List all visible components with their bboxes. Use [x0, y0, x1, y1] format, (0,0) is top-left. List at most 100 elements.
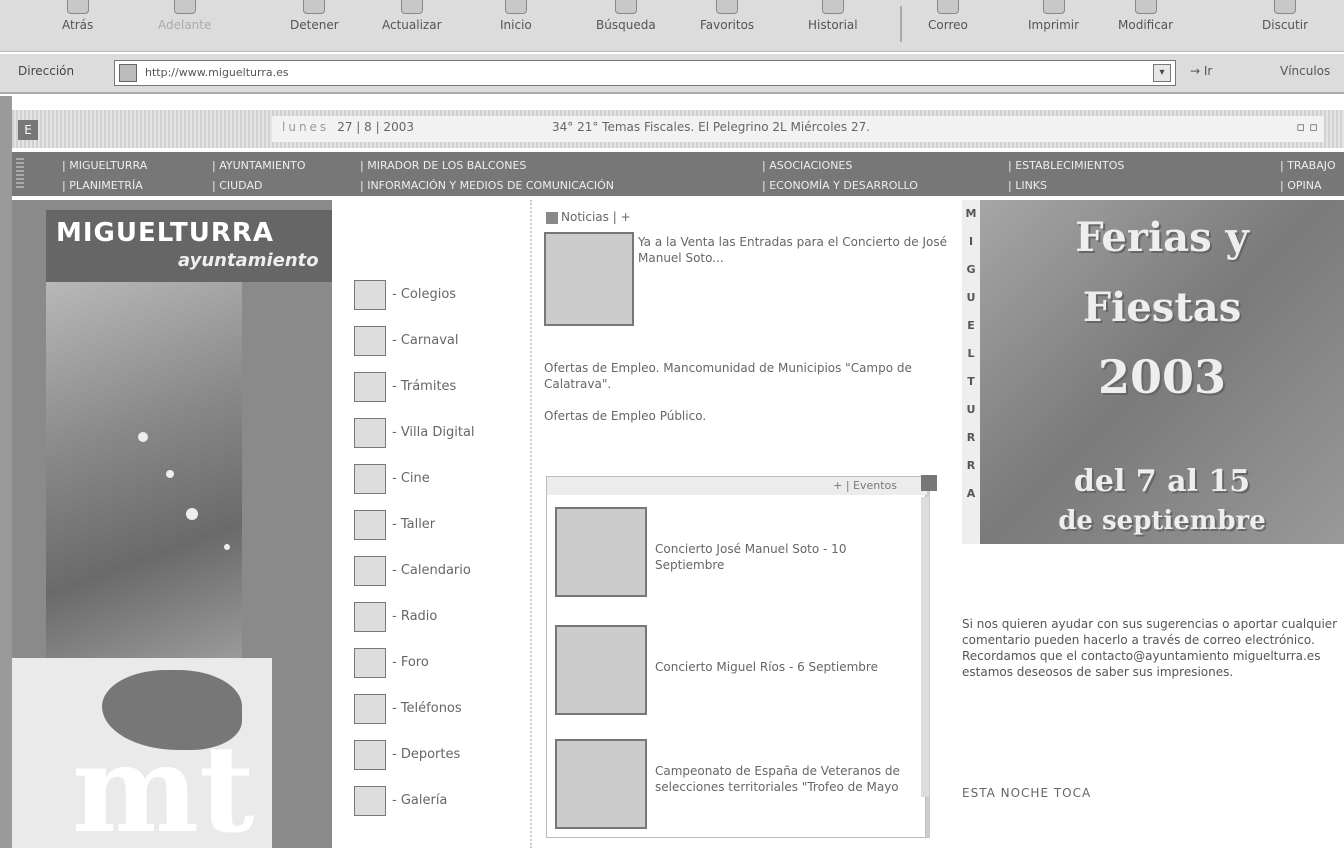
site-logo[interactable]: MIGUELTURRA ayuntamiento	[46, 210, 332, 282]
links-button[interactable]: Vínculos	[1280, 64, 1330, 78]
news-item[interactable]: Ya a la Venta las Entradas para el Conci…	[638, 234, 948, 266]
nav-link[interactable]: | TRABAJO	[1280, 159, 1336, 172]
events-title[interactable]: + | Eventos	[833, 479, 897, 492]
history-button[interactable]: Historial	[808, 0, 858, 48]
event-item[interactable]: Concierto José Manuel Soto - 10 Septiemb…	[655, 541, 905, 573]
home-button[interactable]: Inicio	[500, 0, 532, 48]
gallery-icon	[354, 786, 386, 816]
weather-text: 34° 21° Temas Fiscales. El Pelegrino 2L …	[552, 120, 871, 134]
decor-dot	[166, 470, 174, 478]
toolbar-separator	[900, 6, 902, 42]
news-header[interactable]: Noticias | +	[546, 210, 631, 224]
browser-window: Atrás Adelante Detener Actualizar Inicio…	[0, 0, 1344, 848]
address-label: Dirección	[18, 64, 75, 78]
left-column: MIGUELTURRA ayuntamiento mt	[12, 200, 332, 848]
favorites-button[interactable]: Favoritos	[700, 0, 754, 48]
menu-item-deportes[interactable]: - Deportes	[354, 738, 524, 774]
menu-item-colegios[interactable]: - Colegios	[354, 278, 524, 314]
film-icon	[354, 464, 386, 494]
edit-button[interactable]: Modificar	[1118, 0, 1173, 48]
decor-dot	[224, 544, 230, 550]
phone-icon	[354, 694, 386, 724]
banner-year: 2003	[1097, 350, 1227, 404]
event-thumbnail[interactable]	[555, 739, 647, 829]
menu-item-taller[interactable]: - Taller	[354, 508, 524, 544]
page-icon	[119, 64, 137, 82]
event-item[interactable]: Campeonato de España de Veteranos de sel…	[655, 763, 905, 795]
menu-item-cine[interactable]: - Cine	[354, 462, 524, 498]
forward-button[interactable]: Adelante	[158, 0, 211, 48]
nav-link[interactable]: | AYUNTAMIENTO	[212, 159, 306, 172]
banner-line: Ferias y	[1075, 214, 1249, 261]
events-panel: + | Eventos Concierto José Manuel Soto -…	[546, 475, 937, 838]
events-header: + | Eventos	[547, 475, 937, 495]
nav-link[interactable]: | LINKS	[1008, 179, 1047, 192]
main-navigation: | MIGUELTURRA | AYUNTAMIENTO | MIRADOR D…	[12, 152, 1344, 196]
discuss-button[interactable]: Discutir	[1262, 0, 1308, 48]
contact-text: Si nos quieren ayudar con sus sugerencia…	[962, 617, 1338, 679]
events-scrollbar[interactable]	[921, 497, 929, 797]
back-button[interactable]: Atrás	[62, 0, 93, 48]
nav-link[interactable]: | PLANIMETRÍA	[62, 179, 143, 192]
go-arrow-icon: →	[1190, 64, 1204, 78]
print-button[interactable]: Imprimir	[1028, 0, 1079, 48]
home-square-icon[interactable]: E	[18, 120, 38, 140]
nav-link[interactable]: | MIGUELTURRA	[62, 159, 147, 172]
sports-icon	[354, 740, 386, 770]
event-thumbnail[interactable]	[555, 507, 647, 597]
event-item[interactable]: Concierto Miguel Ríos - 6 Septiembre	[655, 659, 905, 675]
fiestas-banner[interactable]: M I G U E L T U R R A Ferias y Fiestas 2…	[962, 200, 1344, 544]
nav-link[interactable]: | MIRADOR DE LOS BALCONES	[360, 159, 526, 172]
workshop-icon	[354, 510, 386, 540]
menu-item-galeria[interactable]: - Galería	[354, 784, 524, 820]
menu-item-foro[interactable]: - Foro	[354, 646, 524, 682]
mail-button[interactable]: Correo	[928, 0, 968, 48]
menu-item-telefonos[interactable]: - Teléfonos	[354, 692, 524, 728]
dropdown-arrow-icon[interactable]: ▾	[1153, 64, 1171, 82]
star-icon	[716, 0, 739, 14]
go-button[interactable]: → Ir	[1190, 64, 1212, 78]
stop-button[interactable]: Detener	[290, 0, 339, 48]
mail-icon	[936, 0, 959, 14]
menu-item-calendario[interactable]: - Calendario	[354, 554, 524, 590]
print-share-icon[interactable]: ▫ ▫	[1296, 120, 1318, 135]
news-thumbnail[interactable]	[544, 232, 634, 326]
nav-link[interactable]: | ESTABLECIMIENTOS	[1008, 159, 1124, 172]
carnival-icon	[354, 326, 386, 356]
news-square-icon	[546, 211, 558, 224]
refresh-icon	[400, 0, 423, 14]
decor-dot	[186, 508, 198, 520]
forum-icon	[354, 648, 386, 678]
nav-grip-icon	[16, 158, 24, 190]
news-item[interactable]: Ofertas de Empleo. Mancomunidad de Munic…	[544, 360, 914, 392]
address-bar: Dirección http://www.miguelturra.es ▾ → …	[0, 54, 1344, 94]
search-icon	[614, 0, 637, 14]
tonight-link[interactable]: ESTA NOCHE TOCA	[962, 786, 1091, 800]
refresh-button[interactable]: Actualizar	[382, 0, 442, 48]
web-content: E lunes 27 | 8 | 2003 34° 21° Temas Fisca…	[0, 96, 1344, 848]
nav-link[interactable]: | CIUDAD	[212, 179, 262, 192]
search-button[interactable]: Búsqueda	[596, 0, 656, 48]
event-thumbnail[interactable]	[555, 625, 647, 715]
menu-item-carnaval[interactable]: - Carnaval	[354, 324, 524, 360]
menu-item-villa-digital[interactable]: - Villa Digital	[354, 416, 524, 452]
logo-subtitle: ayuntamiento	[178, 250, 319, 271]
menu-item-tramites[interactable]: - Trámites	[354, 370, 524, 406]
nav-link[interactable]: | ECONOMÍA Y DESARROLLO	[762, 179, 918, 192]
radio-icon	[354, 602, 386, 632]
nav-row-1: | MIGUELTURRA | AYUNTAMIENTO | MIRADOR D…	[32, 154, 1344, 176]
vertical-name: M I G U E L T U R R A	[962, 200, 980, 544]
address-input[interactable]: http://www.miguelturra.es ▾	[114, 60, 1176, 86]
home-icon	[504, 0, 527, 14]
nav-link[interactable]: | INFORMACIÓN Y MEDIOS DE COMUNICACIÓN	[360, 179, 614, 192]
edit-icon	[1134, 0, 1157, 14]
town-photo	[46, 282, 242, 658]
history-icon	[821, 0, 844, 14]
menu-item-radio[interactable]: - Radio	[354, 600, 524, 636]
nav-link[interactable]: | OPINA	[1280, 179, 1322, 192]
nav-link[interactable]: | ASOCIACIONES	[762, 159, 852, 172]
address-url: http://www.miguelturra.es	[145, 66, 289, 79]
date-text: lunes 27 | 8 | 2003	[282, 120, 414, 134]
decor-dot	[138, 432, 148, 442]
news-item[interactable]: Ofertas de Empleo Público.	[544, 408, 914, 424]
